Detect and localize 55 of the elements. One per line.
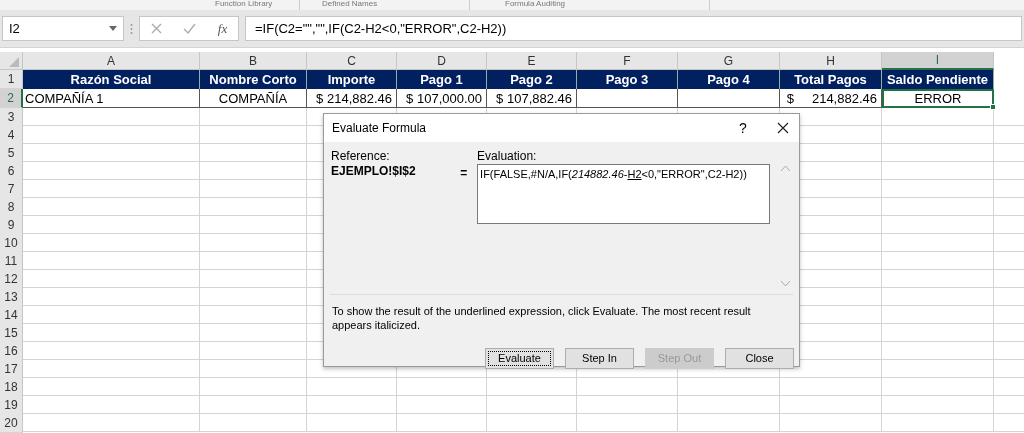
select-all-icon[interactable] bbox=[9, 57, 19, 67]
row-header[interactable]: 1 bbox=[0, 70, 23, 89]
column-header[interactable]: B bbox=[200, 52, 307, 70]
evaluation-label: Evaluation: bbox=[477, 149, 538, 163]
table-header-cell: Importe bbox=[307, 70, 397, 89]
column-header[interactable]: G bbox=[678, 52, 780, 70]
ribbon-group-label: Defined Names bbox=[322, 0, 378, 8]
column-header[interactable]: D bbox=[397, 52, 487, 70]
dialog-button[interactable]: Close bbox=[725, 348, 794, 369]
evaluation-box: IF(FALSE,#N/A,IF(214882.46-H2<0,"ERROR",C2-H2)) bbox=[477, 164, 771, 224]
insert-function-button[interactable]: fx bbox=[217, 18, 228, 39]
table-header-cell: Saldo Pendiente bbox=[882, 70, 994, 89]
table-header-cell: Pago 3 bbox=[577, 70, 678, 89]
instructions-text: To show the result of the underlined expression, click Evaluate. The most recent result appears italicized. bbox=[331, 304, 752, 333]
column-header[interactable]: C bbox=[307, 52, 397, 70]
column-header[interactable]: I bbox=[882, 52, 994, 70]
fill-handle[interactable] bbox=[990, 104, 996, 110]
ribbon-group-label: Formula Auditing bbox=[505, 0, 566, 8]
table-header-cell: Razón Social bbox=[23, 70, 200, 89]
dialog-button[interactable]: Evaluate bbox=[485, 348, 554, 369]
help-button[interactable]: ? bbox=[733, 117, 753, 139]
table-header-cell: Pago 1 bbox=[397, 70, 487, 89]
name-box[interactable]: I2 bbox=[2, 16, 124, 41]
scroll-down-icon[interactable] bbox=[780, 281, 790, 286]
scrollbar[interactable] bbox=[778, 163, 792, 289]
table-cell: $ 214,882.46 bbox=[780, 89, 882, 108]
check-icon[interactable] bbox=[183, 23, 197, 34]
formula-bar[interactable]: =IF(C2="","",IF(C2-H2<0,"ERROR",C2-H2)) bbox=[245, 16, 1022, 41]
dropdown-caret-icon[interactable] bbox=[109, 26, 117, 31]
scroll-up-icon[interactable] bbox=[780, 166, 790, 171]
column-header[interactable]: F bbox=[577, 52, 678, 70]
table-cell: $ 214,882.46 bbox=[307, 89, 397, 108]
table-header-cell: Pago 2 bbox=[487, 70, 577, 89]
reference-label: Reference: bbox=[331, 149, 391, 163]
dialog-button[interactable]: Step In bbox=[565, 348, 634, 369]
column-header[interactable]: E bbox=[487, 52, 577, 70]
column-header[interactable]: A bbox=[23, 52, 200, 70]
equals-sign: = bbox=[460, 165, 469, 182]
cancel-icon[interactable] bbox=[150, 23, 162, 34]
more-options-icon bbox=[130, 22, 133, 35]
table-header-cell: Nombre Corto bbox=[200, 70, 307, 89]
table-cell: COMPAÑÍA 1 bbox=[23, 89, 200, 108]
ribbon-group-label: Function Library bbox=[215, 0, 273, 8]
reference-value: EJEMPLO!$I$2 bbox=[331, 164, 417, 178]
table-header-cell: Total Pagos bbox=[780, 70, 882, 89]
table-cell: COMPAÑÍA bbox=[200, 89, 307, 108]
table-cell: $ 107,882.46 bbox=[487, 89, 577, 108]
table-header-cell: Pago 4 bbox=[678, 70, 780, 89]
dialog-title: Evaluate Formula bbox=[332, 120, 428, 137]
row-header[interactable]: 20 bbox=[0, 414, 23, 433]
selected-cell[interactable]: ERROR bbox=[882, 89, 994, 108]
table-cell: $ 107,000.00 bbox=[397, 89, 487, 108]
column-header[interactable]: H bbox=[780, 52, 882, 70]
row-header[interactable]: 2 bbox=[0, 89, 23, 108]
close-icon[interactable] bbox=[777, 122, 789, 134]
